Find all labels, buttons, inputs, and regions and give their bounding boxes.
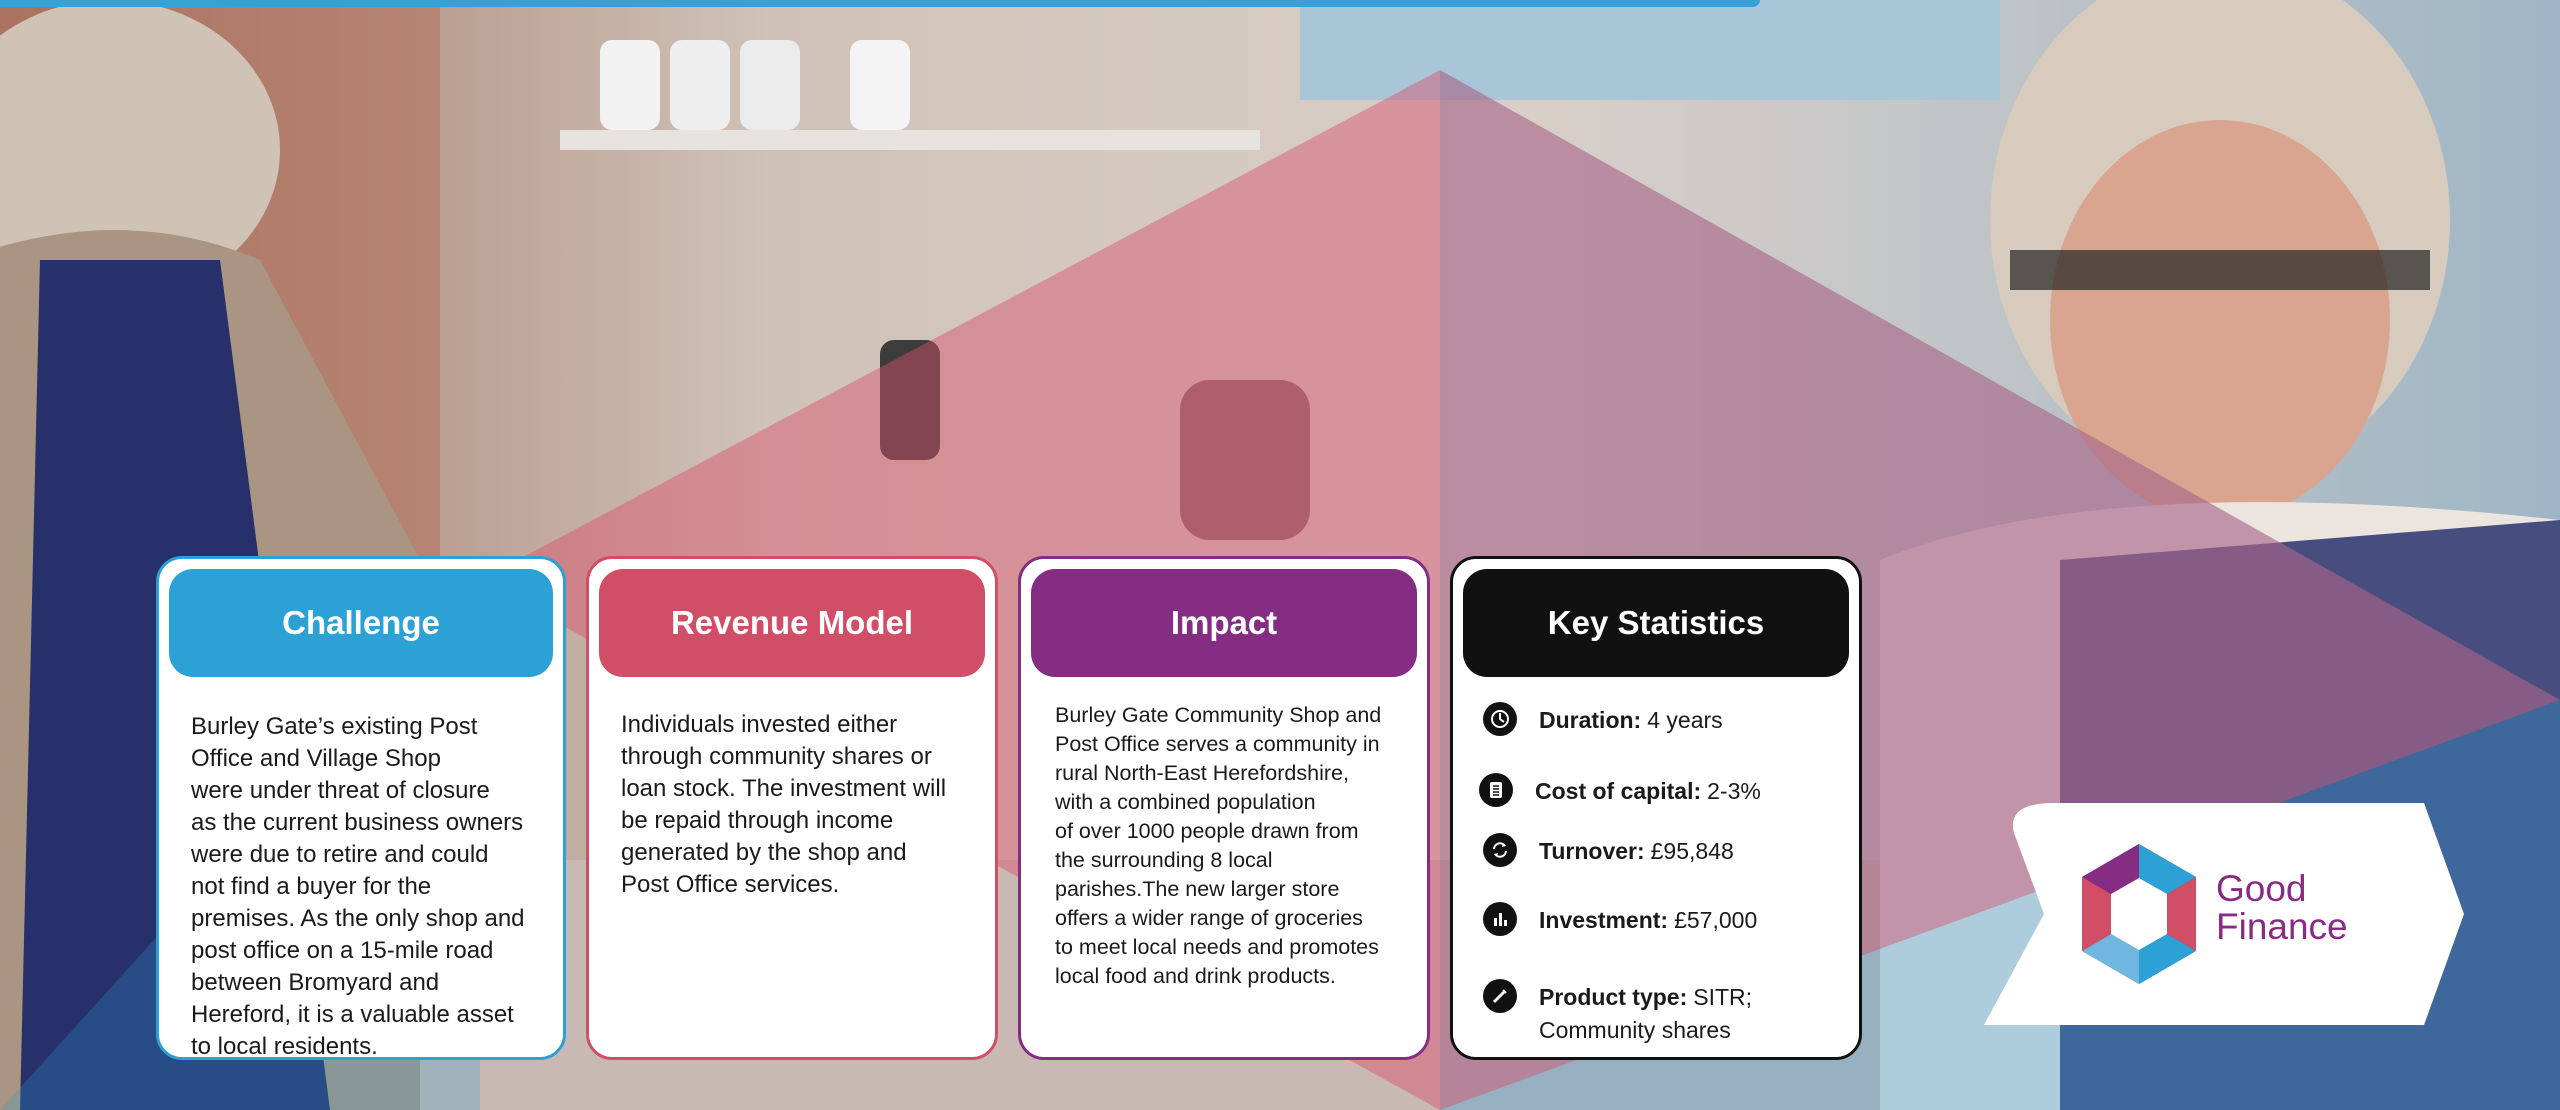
challenge-line: were under threat of closure: [191, 777, 490, 804]
challenge-line: Office and Village Shop: [191, 745, 441, 772]
challenge-card: Challenge Burley Gate’s existing Post Of…: [156, 556, 566, 1060]
impact-line: to meet local needs and promotes: [1055, 935, 1379, 959]
revenue-line: Individuals invested either: [621, 711, 898, 738]
key-statistics-card: Key Statistics Duration: 4 years Cost of …: [1450, 556, 1862, 1060]
stat-label: Cost of capital:: [1535, 778, 1702, 804]
clock-icon: [1483, 702, 1517, 736]
challenge-text: Burley Gate’s existing Post Office and V…: [191, 711, 539, 1060]
impact-line: Burley Gate Community Shop and: [1055, 703, 1382, 727]
impact-line: rural North-East Herefordshire,: [1055, 761, 1349, 785]
stat-value: SITR;: [1693, 984, 1753, 1010]
challenge-line: premises. As the only shop and: [191, 905, 525, 932]
impact-line: parishes.The new larger store: [1055, 877, 1340, 901]
impact-line: with a combined population: [1055, 790, 1316, 814]
challenge-line: as the current business owners: [191, 809, 524, 836]
stat-turnover: Turnover: £95,848: [1483, 833, 1734, 868]
pen-icon: [1483, 979, 1517, 1013]
challenge-line: Burley Gate’s existing Post: [191, 713, 478, 740]
revenue-model-card: Revenue Model Individuals invested eithe…: [586, 556, 998, 1060]
stat-investment: Investment: £57,000: [1483, 902, 1758, 937]
stat-product-type: Product type: SITR; Community shares: [1483, 979, 1753, 1047]
impact-line: Post Office serves a community in: [1055, 732, 1380, 756]
stat-value: £95,848: [1650, 838, 1734, 864]
revenue-line: be repaid through income: [621, 807, 894, 834]
challenge-line: Hereford, it is a valuable asset: [191, 1001, 514, 1028]
refresh-icon: [1483, 833, 1517, 867]
logo-text: Good Finance: [2216, 870, 2348, 946]
stat-label: Duration:: [1539, 707, 1642, 733]
challenge-line: post office on a 15-mile road: [191, 937, 494, 964]
logo-text-good: Good: [2216, 868, 2307, 909]
stat-label: Turnover:: [1539, 838, 1645, 864]
hexagon-logo-icon: [2082, 844, 2196, 984]
challenge-line: not find a buyer for the: [191, 873, 432, 900]
impact-card: Impact Burley Gate Community Shop and Po…: [1018, 556, 1430, 1060]
impact-line: offers a wider range of groceries: [1055, 906, 1363, 930]
bar-chart-icon: [1483, 902, 1517, 936]
stat-label: Product type:: [1539, 984, 1688, 1010]
stat-value: £57,000: [1674, 907, 1758, 933]
key-statistics-title: Key Statistics: [1463, 569, 1849, 677]
stat-value-continued: Community shares: [1539, 1017, 1731, 1043]
challenge-line: were due to retire and could: [191, 841, 489, 868]
impact-line: local food and drink products.: [1055, 964, 1336, 988]
top-accent-bar: [0, 0, 1760, 7]
revenue-line: generated by the shop and: [621, 839, 907, 866]
challenge-line: to local residents.: [191, 1033, 378, 1060]
revenue-line: through community shares or: [621, 743, 932, 770]
stat-duration: Duration: 4 years: [1483, 702, 1723, 737]
impact-text: Burley Gate Community Shop and Post Offi…: [1055, 701, 1407, 991]
stat-value: 4 years: [1647, 707, 1723, 733]
stat-value: 2-3%: [1707, 778, 1761, 804]
stat-cost-of-capital: Cost of capital: 2-3%: [1479, 773, 1761, 808]
revenue-model-title: Revenue Model: [599, 569, 985, 677]
logo-text-finance: Finance: [2216, 906, 2348, 947]
document-icon: [1479, 773, 1513, 807]
impact-line: the surrounding 8 local: [1055, 848, 1273, 872]
revenue-line: loan stock. The investment will: [621, 775, 947, 802]
impact-line: of over 1000 people drawn from: [1055, 819, 1359, 843]
impact-title: Impact: [1031, 569, 1417, 677]
challenge-line: between Bromyard and: [191, 969, 440, 996]
challenge-title: Challenge: [169, 569, 553, 677]
stat-label: Investment:: [1539, 907, 1669, 933]
revenue-model-text: Individuals invested either through comm…: [621, 709, 971, 901]
revenue-line: Post Office services.: [621, 871, 840, 898]
